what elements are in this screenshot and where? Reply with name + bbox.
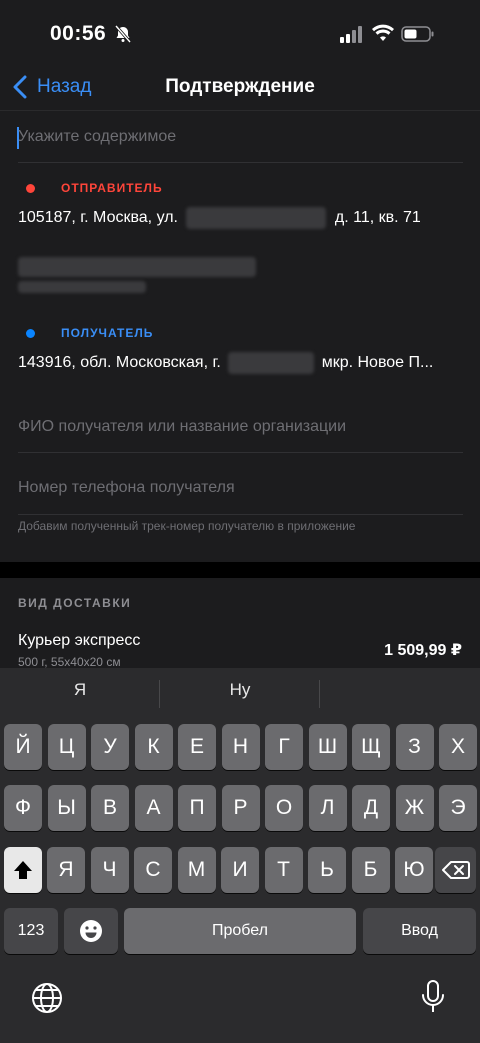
redacted-sender-phone (18, 281, 146, 293)
sender-address-prefix: 105187, г. Москва, ул. (18, 209, 178, 227)
recipient-section-label: ПОЛУЧАТЕЛЬ (18, 326, 153, 340)
key-row2-3[interactable]: А (134, 785, 173, 831)
key-row3-3[interactable]: М (177, 847, 216, 893)
key-row2-0[interactable]: Ф (4, 785, 42, 831)
delivery-dims: 500 г, 55x40x20 см (18, 655, 121, 668)
key-row2-7[interactable]: Л (308, 785, 347, 831)
backspace-icon (441, 861, 470, 879)
key-row3-7[interactable]: Б (351, 847, 390, 893)
battery-icon (401, 26, 434, 42)
sender-contact-redacted (18, 257, 256, 293)
suggestion-bar: Я Ну (0, 668, 480, 720)
sender-address[interactable]: 105187, г. Москва, ул. д. 11, кв. 71 (18, 207, 421, 229)
key-row2-6[interactable]: О (265, 785, 303, 831)
recipient-address-suffix: мкр. Новое П... (321, 354, 434, 372)
sender-label: ОТПРАВИТЕЛЬ (61, 181, 163, 195)
section-divider (0, 562, 480, 578)
key-row3-5[interactable]: Т (264, 847, 303, 893)
key-row1-2[interactable]: У (91, 724, 129, 770)
content-field[interactable]: Укажите содержимое (17, 111, 463, 163)
delivery-section-label: ВИД ДОСТАВКИ (18, 596, 132, 610)
content-placeholder: Укажите содержимое (18, 128, 177, 145)
key-row2-5[interactable]: Р (221, 785, 260, 831)
space-key[interactable]: Пробел (124, 908, 356, 954)
redacted-sender-name (18, 257, 256, 277)
bell-muted-icon (114, 25, 132, 43)
delivery-section[interactable]: ВИД ДОСТАВКИ Курьер экспресс 500 г, 55x4… (0, 578, 480, 668)
sender-section-label: ОТПРАВИТЕЛЬ (18, 181, 163, 195)
key-row2-2[interactable]: В (91, 785, 129, 831)
nav-bar: Назад Подтверждение (0, 68, 480, 110)
key-row3-0[interactable]: Я (47, 847, 85, 893)
key-row2-4[interactable]: П (178, 785, 216, 831)
redacted-street (186, 207, 327, 229)
return-key[interactable]: Ввод (363, 908, 476, 954)
key-row2-1[interactable]: Ы (47, 785, 86, 831)
suggestion-2[interactable]: Ну (165, 680, 315, 700)
status-bar: 00:56 (0, 0, 480, 68)
key-row1-4[interactable]: Е (178, 724, 216, 770)
key-row3-2[interactable]: С (134, 847, 172, 893)
key-row1-9[interactable]: З (395, 724, 434, 770)
form-area: Укажите содержимое ОТПРАВИТЕЛЬ 105187, г… (0, 110, 480, 562)
key-row1-1[interactable]: Ц (47, 724, 86, 770)
recipient-name-field[interactable]: ФИО получателя или название организации (18, 401, 463, 453)
emoji-icon (80, 920, 102, 942)
numbers-key[interactable]: 123 (4, 908, 58, 954)
key-row1-10[interactable]: Х (439, 724, 477, 770)
key-row3-8[interactable]: Ю (395, 847, 433, 893)
key-row1-8[interactable]: Щ (352, 724, 390, 770)
cellular-signal-icon (340, 26, 362, 43)
page-title: Подтверждение (165, 76, 315, 97)
redacted-city (228, 352, 315, 374)
wifi-icon (372, 24, 394, 41)
recipient-address-prefix: 143916, обл. Московская, г. (18, 354, 221, 372)
shift-key[interactable] (4, 847, 42, 893)
delivery-name: Курьер экспресс (18, 632, 141, 649)
delivery-price: 1 509,99 ₽ (384, 642, 462, 659)
recipient-dot-icon (26, 328, 35, 338)
microphone-icon[interactable] (420, 979, 446, 1015)
globe-icon[interactable] (30, 981, 64, 1015)
key-row1-0[interactable]: Й (4, 724, 42, 770)
recipient-name-placeholder: ФИО получателя или название организации (18, 418, 347, 435)
tracking-hint: Добавим полученный трек-номер получателю… (18, 519, 356, 533)
suggestion-divider (319, 680, 320, 708)
key-row2-9[interactable]: Ж (395, 785, 434, 831)
key-row1-5[interactable]: Н (221, 724, 260, 770)
key-row3-4[interactable]: И (221, 847, 259, 893)
key-row3-1[interactable]: Ч (90, 847, 129, 893)
status-time: 00:56 (50, 22, 107, 45)
recipient-address[interactable]: 143916, обл. Московская, г. мкр. Новое П… (18, 352, 433, 374)
key-row1-7[interactable]: Ш (308, 724, 347, 770)
recipient-label: ПОЛУЧАТЕЛЬ (61, 326, 154, 340)
key-row2-8[interactable]: Д (352, 785, 390, 831)
recipient-phone-field[interactable]: Номер телефона получателя (18, 453, 463, 515)
backspace-key[interactable] (435, 847, 476, 893)
emoji-key[interactable] (64, 908, 118, 954)
shift-arrow-icon (14, 861, 32, 879)
key-row2-10[interactable]: Э (439, 785, 477, 831)
suggestion-1[interactable]: Я (5, 680, 155, 700)
recipient-phone-placeholder: Номер телефона получателя (18, 479, 235, 496)
key-row3-6[interactable]: Ь (308, 847, 346, 893)
key-row1-6[interactable]: Г (265, 724, 303, 770)
keyboard: Я Ну ЙЦУКЕНГШЩЗХ ФЫВАПРОЛДЖЭ ЯЧСМИТЬБЮ 1… (0, 668, 480, 1043)
suggestion-divider (159, 680, 160, 708)
sender-address-suffix: д. 11, кв. 71 (334, 209, 421, 227)
key-row1-3[interactable]: К (134, 724, 173, 770)
sender-dot-icon (26, 183, 35, 193)
